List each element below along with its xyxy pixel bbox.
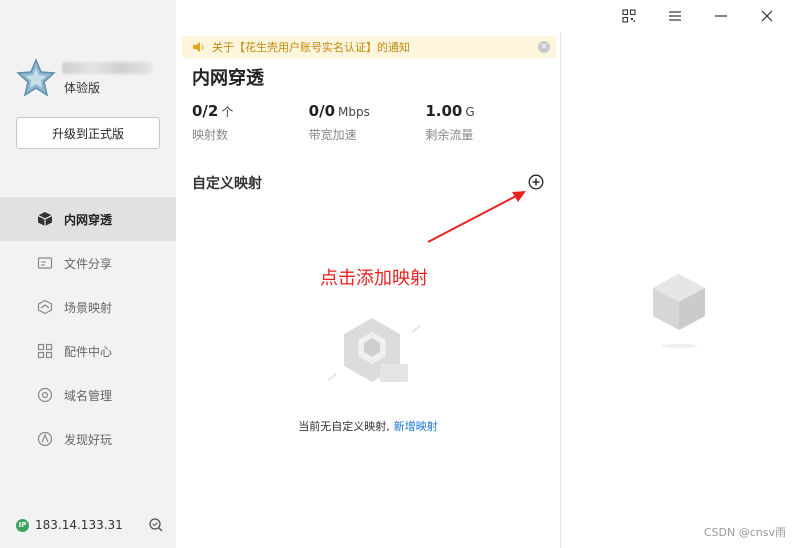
sidebar-item-file-share[interactable]: 文件分享 (0, 241, 176, 285)
sidebar: 体验版 升级到正式版 内网穿透 文件分享 场景映射 配件中心 域名管理 发现好玩… (0, 0, 176, 548)
stat-label: 映射数 (192, 128, 229, 142)
stat-bandwidth: 0/0 Mbps 带宽加速 (309, 102, 426, 143)
star-avatar-icon[interactable] (16, 58, 56, 98)
menu-button[interactable] (652, 6, 698, 26)
edition-label: 体验版 (64, 81, 101, 95)
detail-panel: CSDN @cnsv雨 (561, 32, 800, 548)
upgrade-button[interactable]: 升级到正式版 (16, 117, 160, 149)
window-controls (606, 6, 790, 26)
sidebar-item-label: 内网穿透 (64, 212, 113, 227)
stat-value: 0/0 Mbps (308, 102, 370, 120)
stat-value: 1.00 G (425, 102, 475, 120)
stats-row: 0/2 个 映射数 0/0 Mbps 带宽加速 1.00 G 剩余流量 (192, 102, 542, 143)
main-panel: 关于【花生壳用户账号实名认证】的通知 × 内网穿透 0/2 个 映射数 0/0 Mb… (176, 32, 560, 548)
qrcode-button[interactable] (606, 6, 652, 26)
sidebar-item-domain[interactable]: 域名管理 (0, 373, 176, 417)
new-mapping-link[interactable]: 新增映射 (394, 420, 438, 433)
sidebar-item-scene-map[interactable]: 场景映射 (0, 285, 176, 329)
minimize-icon (715, 15, 727, 17)
domain-icon (36, 386, 54, 404)
sidebar-item-accessories[interactable]: 配件中心 (0, 329, 176, 373)
ip-status-icon: IP (16, 518, 29, 532)
stat-value: 0/2 个 (192, 102, 234, 120)
close-icon (761, 10, 773, 22)
close-button[interactable] (744, 6, 790, 26)
notice-bar[interactable]: 关于【花生壳用户账号实名认证】的通知 × (182, 36, 556, 58)
sidebar-item-label: 域名管理 (64, 388, 113, 403)
sidebar-item-label: 配件中心 (64, 344, 113, 359)
cube-icon (36, 210, 54, 228)
empty-state-message: 当前无自定义映射, 新增映射 (176, 418, 560, 434)
watermark: CSDN @cnsv雨 (703, 526, 786, 539)
stat-label: 带宽加速 (308, 128, 357, 142)
notice-text[interactable]: 关于【花生壳用户账号实名认证】的通知 (212, 39, 410, 55)
sidebar-item-discover[interactable]: 发现好玩 (0, 417, 176, 461)
annotation-text: 点击添加映射 (320, 268, 428, 289)
ip-address: 183.14.133.31 (35, 518, 123, 532)
placeholder-cube-icon (653, 274, 705, 348)
qrcode-icon (622, 9, 636, 23)
page-title: 内网穿透 (192, 68, 264, 89)
empty-state-text: 当前无自定义映射, (298, 420, 390, 433)
stat-mappings: 0/2 个 映射数 (192, 102, 309, 143)
sidebar-item-intranet[interactable]: 内网穿透 (0, 197, 176, 241)
scene-map-icon (36, 298, 54, 316)
stat-label: 剩余流量 (425, 128, 474, 142)
username-redacted (62, 62, 152, 74)
sidebar-item-label: 文件分享 (64, 256, 113, 271)
stat-traffic: 1.00 G 剩余流量 (425, 102, 542, 143)
notice-close-icon[interactable]: × (538, 41, 550, 53)
discover-icon (36, 430, 54, 448)
annotation-arrow (427, 191, 526, 243)
section-title: 自定义映射 (192, 176, 262, 192)
sidebar-nav: 内网穿透 文件分享 场景映射 配件中心 域名管理 发现好玩 (0, 197, 176, 461)
speaker-icon (193, 42, 204, 52)
minimize-button[interactable] (698, 6, 744, 26)
sidebar-item-label: 发现好玩 (64, 432, 113, 447)
empty-box-icon (327, 318, 421, 382)
file-share-icon (36, 254, 54, 272)
menu-icon (669, 11, 681, 21)
diagnose-search-icon[interactable] (148, 517, 164, 533)
sidebar-item-label: 场景映射 (64, 300, 113, 315)
ip-status: IP 183.14.133.31 (16, 517, 164, 533)
grid-icon (36, 342, 54, 360)
